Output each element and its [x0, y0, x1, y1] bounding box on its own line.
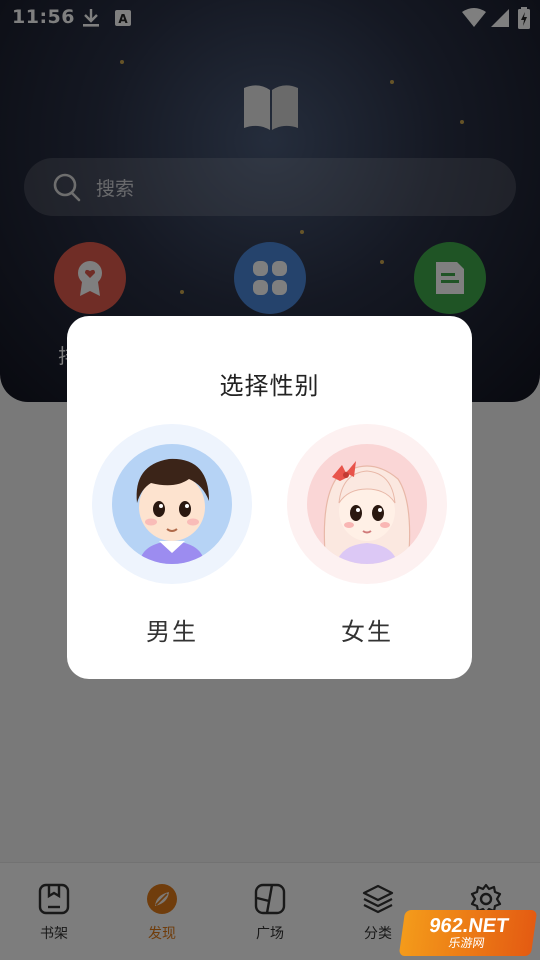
boy-avatar-icon: [112, 444, 232, 564]
dialog-title: 选择性别: [219, 372, 320, 400]
female-option[interactable]: 女生: [286, 424, 448, 647]
male-option-label: 男生: [146, 618, 198, 646]
female-option-label: 女生: [341, 618, 393, 646]
male-avatar-ring: [92, 424, 252, 584]
watermark-line1: 962.NET: [427, 915, 510, 937]
female-avatar-ring: [287, 424, 447, 584]
gender-select-dialog: 选择性别 男生 女生: [67, 316, 472, 679]
male-option[interactable]: 男生: [91, 424, 253, 647]
site-watermark-logo: 962.NET 乐游网: [398, 910, 538, 956]
girl-avatar-icon: [307, 444, 427, 564]
watermark-line2: 乐游网: [447, 936, 486, 950]
